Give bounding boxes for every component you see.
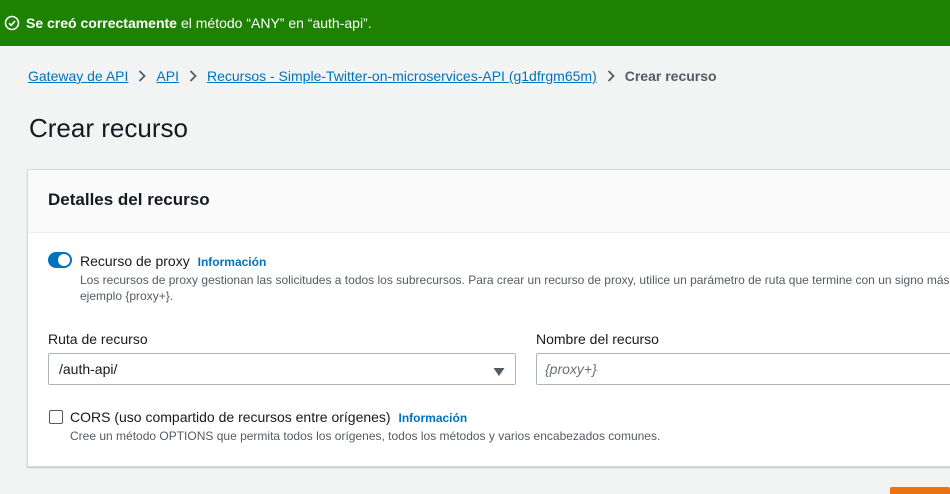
proxy-info-link[interactable]: Información — [198, 255, 267, 269]
success-flash-banner: Se creó correctamente el método “ANY” en… — [0, 0, 950, 46]
panel-title: Detalles del recurso — [48, 190, 210, 209]
resource-name-input[interactable] — [536, 353, 950, 385]
resource-name-label: Nombre del recurso — [536, 331, 659, 347]
chevron-right-icon — [138, 70, 147, 82]
resource-details-panel: Detalles del recurso Recurso de proxy In… — [27, 169, 950, 467]
cors-label: CORS (uso compartido de recursos entre o… — [70, 409, 391, 425]
breadcrumb-link-api[interactable]: API — [156, 68, 179, 84]
proxy-description-line: ejemplo {proxy+}. — [80, 289, 174, 303]
chevron-right-icon — [607, 70, 615, 82]
cors-checkbox[interactable] — [49, 410, 63, 424]
flash-bold-text: Se creó correctamente — [26, 15, 177, 31]
proxy-resource-toggle[interactable] — [48, 252, 72, 268]
caret-down-icon — [493, 364, 505, 380]
resource-path-label: Ruta de recurso — [48, 331, 148, 347]
cors-description: Cree un método OPTIONS que permita todos… — [70, 429, 661, 443]
page-title: Crear recurso — [29, 113, 188, 143]
breadcrumb-link-gateway[interactable]: Gateway de API — [28, 68, 128, 84]
check-circle-icon — [4, 15, 20, 31]
proxy-resource-label-row: Recurso de proxy Información — [80, 253, 266, 269]
create-resource-button[interactable] — [890, 487, 950, 494]
breadcrumb-current: Crear recurso — [624, 68, 717, 84]
proxy-resource-label: Recurso de proxy — [80, 253, 190, 269]
breadcrumb: Gateway de API API Recursos - Simple-Twi… — [28, 68, 717, 84]
breadcrumb-link-resources[interactable]: Recursos - Simple-Twitter-on-microservic… — [207, 68, 597, 84]
panel-header: Detalles del recurso — [28, 170, 950, 233]
cors-info-link[interactable]: Información — [398, 411, 467, 425]
chevron-right-icon — [189, 70, 197, 82]
proxy-description: Los recursos de proxy gestionan las soli… — [80, 272, 950, 304]
proxy-description-line: Los recursos de proxy gestionan las soli… — [80, 273, 950, 287]
resource-path-select[interactable]: /auth-api/ — [48, 353, 516, 385]
flash-text: el método “ANY” en “auth-api”. — [180, 15, 372, 31]
resource-path-value: /auth-api/ — [59, 361, 118, 377]
cors-label-row: CORS (uso compartido de recursos entre o… — [70, 409, 467, 425]
